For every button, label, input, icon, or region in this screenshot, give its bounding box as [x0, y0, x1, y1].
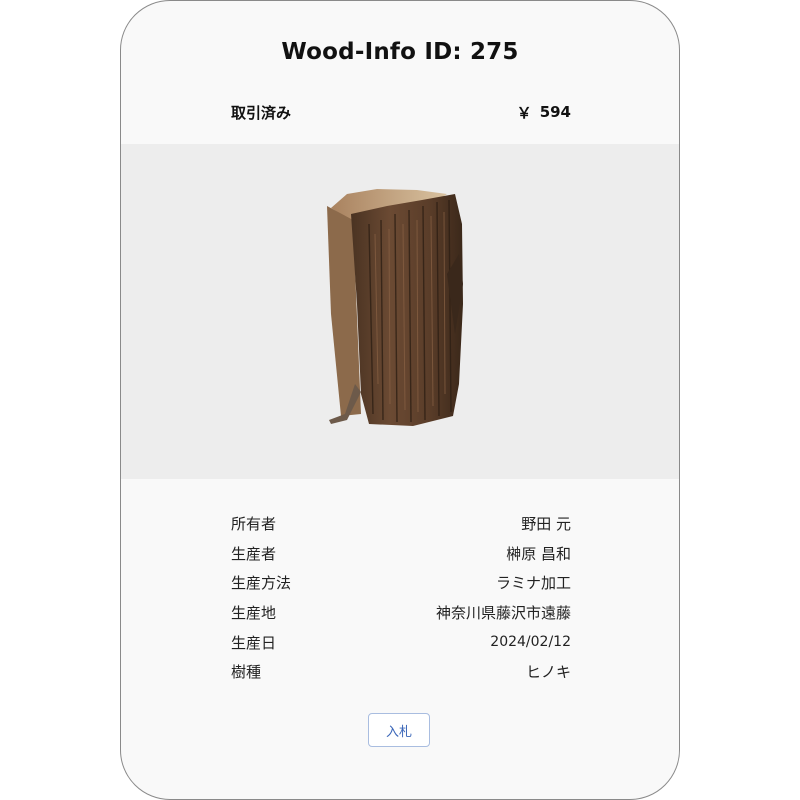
info-row-species: 樹種 ヒノキ	[231, 657, 571, 687]
info-row-production-place: 生産地 神奈川県藤沢市遠藤	[231, 598, 571, 628]
wood-image-area	[121, 144, 679, 479]
production-method-label: 生産方法	[231, 574, 292, 593]
production-date-value: 2024/02/12	[490, 634, 571, 651]
currency-symbol: ￥	[516, 103, 532, 122]
owner-label: 所有者	[231, 515, 277, 534]
status-price-row: 取引済み ￥ 594	[231, 101, 571, 123]
production-place-value: 神奈川県藤沢市遠藤	[435, 604, 571, 623]
wood-info-list: 所有者 野田 元 生産者 榊原 昌和 生産方法 ラミナ加工 生産地 神奈川県藤沢…	[231, 509, 571, 687]
info-row-production-date: 生産日 2024/02/12	[231, 627, 571, 657]
producer-label: 生産者	[231, 544, 277, 563]
species-value: ヒノキ	[525, 663, 571, 682]
transaction-status: 取引済み	[231, 103, 292, 122]
info-row-producer: 生産者 榊原 昌和	[231, 539, 571, 569]
log-photo	[327, 189, 463, 426]
price: ￥ 594	[517, 102, 571, 123]
production-method-value: ラミナ加工	[495, 574, 571, 593]
info-row-owner: 所有者 野田 元	[231, 509, 571, 539]
price-value: 594	[539, 103, 571, 121]
owner-value: 野田 元	[521, 515, 571, 534]
bid-button[interactable]: 入札	[368, 713, 430, 747]
producer-value: 榊原 昌和	[506, 544, 571, 563]
production-date-label: 生産日	[231, 633, 277, 652]
card-title: Wood-Info ID: 275	[281, 39, 519, 65]
production-place-label: 生産地	[231, 604, 277, 623]
wood-info-card: Wood-Info ID: 275 取引済み ￥ 594 所有者 野田 元 生産…	[120, 0, 680, 800]
species-label: 樹種	[231, 663, 262, 682]
info-row-production-method: 生産方法 ラミナ加工	[231, 568, 571, 598]
